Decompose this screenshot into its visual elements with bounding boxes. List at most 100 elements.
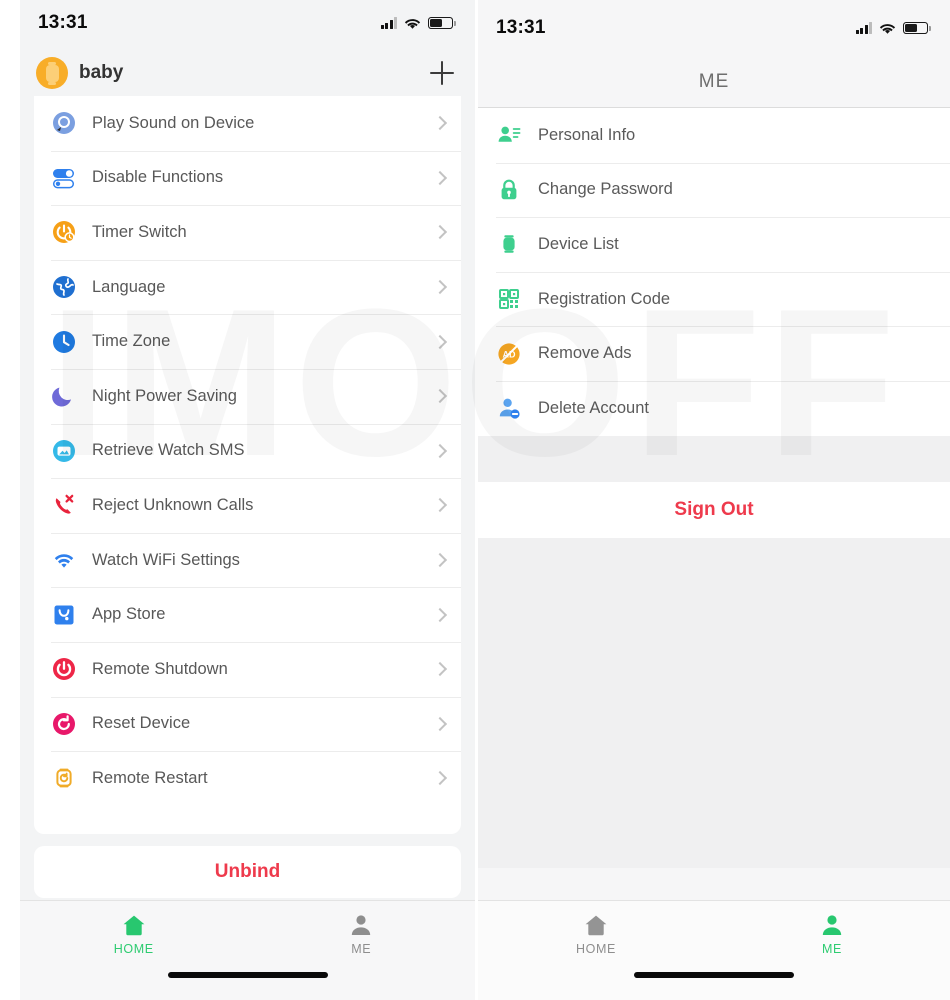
cellular-signal-icon bbox=[380, 17, 397, 29]
chevron-right-icon bbox=[432, 716, 448, 731]
settings-label: Disable Functions bbox=[92, 168, 224, 187]
tab-label: ME bbox=[351, 942, 372, 956]
settings-label: Time Zone bbox=[92, 332, 171, 351]
tab-home[interactable]: HOME bbox=[478, 901, 714, 1000]
me-row-device-list[interactable]: Device List bbox=[478, 217, 950, 272]
left-tab-bar: HOME ME bbox=[20, 900, 475, 1000]
wifi-settings-icon bbox=[51, 547, 77, 573]
person-card-icon bbox=[496, 122, 522, 148]
chevron-right-icon bbox=[432, 552, 448, 568]
me-row-delete-account[interactable]: Delete Account bbox=[478, 380, 950, 436]
play-sound-icon bbox=[51, 110, 77, 136]
me-label: Device List bbox=[538, 234, 619, 253]
settings-row-remote-restart[interactable]: Remote Restart bbox=[34, 751, 461, 806]
watch-icon bbox=[496, 231, 522, 257]
settings-row-time-zone[interactable]: Time Zone bbox=[34, 314, 461, 369]
person-icon bbox=[346, 911, 376, 939]
tab-me[interactable]: ME bbox=[248, 901, 476, 1000]
settings-label: Play Sound on Device bbox=[92, 113, 255, 132]
right-status-bar: 13:31 bbox=[478, 0, 950, 56]
settings-label: Retrieve Watch SMS bbox=[92, 441, 245, 460]
tab-label: HOME bbox=[113, 942, 154, 956]
settings-row-night-power-saving[interactable]: Night Power Saving bbox=[34, 368, 461, 424]
settings-row-language[interactable]: Language bbox=[34, 259, 461, 315]
settings-label: Language bbox=[92, 277, 166, 296]
device-name: baby bbox=[79, 62, 124, 83]
lock-icon bbox=[496, 177, 522, 203]
left-phone-screen: 13:31 baby Play Sound on Device Disable … bbox=[20, 0, 475, 1000]
chevron-right-icon bbox=[432, 116, 448, 131]
card-bottom-padding bbox=[34, 806, 461, 834]
settings-label: Reject Unknown Calls bbox=[92, 495, 254, 514]
battery-icon bbox=[428, 17, 456, 29]
app-store-icon bbox=[51, 602, 77, 628]
page-title: ME bbox=[698, 70, 730, 92]
settings-row-reject-unknown-calls[interactable]: Reject Unknown Calls bbox=[34, 478, 461, 533]
restart-watch-icon bbox=[51, 765, 77, 791]
cellular-signal-icon bbox=[855, 22, 872, 34]
timer-switch-icon bbox=[51, 219, 77, 245]
watch-avatar-icon[interactable] bbox=[36, 57, 68, 89]
me-label: Change Password bbox=[538, 180, 673, 199]
settings-label: Night Power Saving bbox=[92, 386, 237, 405]
settings-row-reset-device[interactable]: Reset Device bbox=[34, 696, 461, 752]
reject-call-icon bbox=[51, 492, 77, 518]
me-label: Registration Code bbox=[538, 289, 671, 308]
person-icon bbox=[817, 911, 847, 939]
chevron-right-icon bbox=[432, 389, 448, 404]
device-settings-card: Play Sound on Device Disable Functions T… bbox=[34, 96, 461, 834]
settings-row-timer-switch[interactable]: Timer Switch bbox=[34, 205, 461, 260]
settings-row-app-store[interactable]: App Store bbox=[34, 587, 461, 642]
chevron-right-icon bbox=[432, 443, 448, 458]
tab-label: ME bbox=[822, 942, 842, 956]
me-row-change-password[interactable]: Change Password bbox=[478, 162, 950, 218]
settings-row-retrieve-watch-sms[interactable]: Retrieve Watch SMS bbox=[34, 423, 461, 479]
left-status-bar: 13:31 bbox=[20, 0, 475, 46]
reset-icon bbox=[51, 711, 77, 737]
plus-icon[interactable] bbox=[427, 58, 457, 88]
sms-icon bbox=[51, 438, 77, 464]
unbind-button[interactable]: Unbind bbox=[34, 845, 461, 898]
settings-label: Watch WiFi Settings bbox=[92, 550, 240, 569]
me-label: Remove Ads bbox=[538, 344, 632, 363]
settings-row-watch-wifi-settings[interactable]: Watch WiFi Settings bbox=[34, 532, 461, 588]
no-ads-icon: AD bbox=[496, 341, 522, 367]
settings-row-play-sound[interactable]: Play Sound on Device bbox=[34, 96, 461, 151]
tab-me[interactable]: ME bbox=[714, 901, 950, 1000]
screenshot-stage: IMOOFF 13:31 baby bbox=[0, 0, 950, 1000]
home-icon bbox=[581, 911, 611, 939]
clock-icon bbox=[51, 329, 77, 355]
me-header: ME bbox=[478, 56, 950, 108]
battery-icon bbox=[903, 22, 931, 34]
chevron-right-icon bbox=[432, 280, 448, 295]
chevron-right-icon bbox=[432, 607, 448, 622]
me-row-remove-ads[interactable]: AD Remove Ads bbox=[478, 326, 950, 381]
status-bar-icons bbox=[855, 22, 931, 35]
chevron-right-icon bbox=[432, 662, 448, 677]
chevron-right-icon bbox=[432, 225, 448, 240]
me-row-personal-info[interactable]: Personal Info bbox=[478, 108, 950, 163]
unbind-section: Unbind bbox=[34, 845, 461, 898]
me-label: Delete Account bbox=[538, 398, 649, 417]
wifi-icon bbox=[404, 18, 421, 29]
settings-label: Remote Shutdown bbox=[92, 659, 228, 678]
power-icon bbox=[51, 656, 77, 682]
home-icon bbox=[119, 911, 149, 939]
tab-label: HOME bbox=[576, 942, 616, 956]
settings-label: App Store bbox=[92, 605, 166, 624]
moon-icon bbox=[51, 383, 77, 409]
right-tab-bar: HOME ME bbox=[478, 900, 950, 1000]
status-bar-time: 13:31 bbox=[496, 17, 546, 38]
me-menu-list: Personal Info Change Password Device Lis… bbox=[478, 108, 950, 436]
qr-code-icon bbox=[496, 286, 522, 312]
delete-account-icon bbox=[496, 395, 522, 421]
me-row-registration-code[interactable]: Registration Code bbox=[478, 271, 950, 327]
settings-row-disable-functions[interactable]: Disable Functions bbox=[34, 150, 461, 206]
settings-label: Timer Switch bbox=[92, 222, 187, 241]
chevron-right-icon bbox=[432, 771, 448, 786]
status-bar-time: 13:31 bbox=[38, 12, 88, 33]
tab-home[interactable]: HOME bbox=[20, 901, 248, 1000]
settings-row-remote-shutdown[interactable]: Remote Shutdown bbox=[34, 641, 461, 697]
toggle-switches-icon bbox=[51, 165, 77, 191]
sign-out-button[interactable]: Sign Out bbox=[478, 481, 950, 538]
